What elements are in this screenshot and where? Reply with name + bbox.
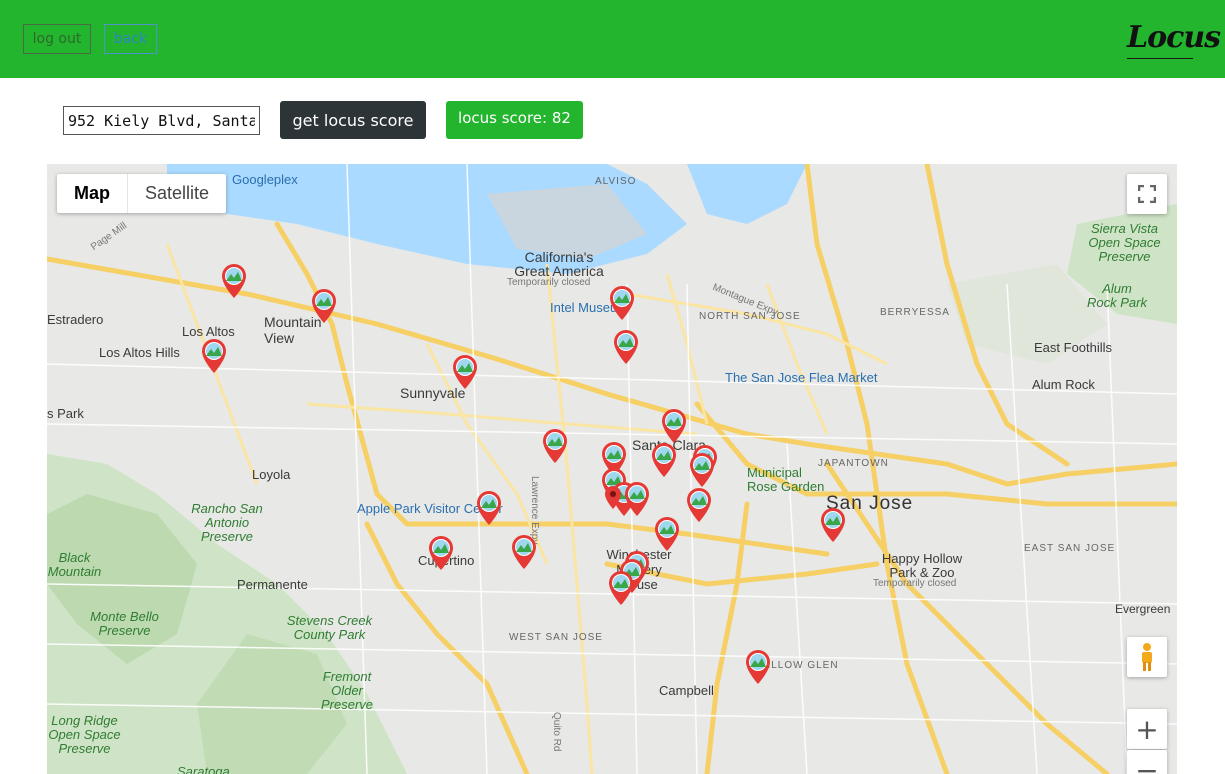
map-label-googleplex: Googleplex xyxy=(232,172,298,187)
map-label-happy-hollow-status: Temporarily closed xyxy=(873,578,957,589)
map-label-permanente: Permanente xyxy=(237,577,308,592)
map-label-campbell: Campbell xyxy=(659,683,714,698)
map-label-alum-rock-park: Alum Rock Park xyxy=(1087,281,1147,310)
fullscreen-icon xyxy=(1138,185,1156,203)
park-marker[interactable] xyxy=(451,354,479,390)
zoom-in-button[interactable]: + xyxy=(1127,709,1167,749)
pegman-icon xyxy=(1142,643,1152,671)
map-label-rancho-san-antonio: Rancho San Antonio Preserve xyxy=(191,501,263,544)
map-view[interactable]: Googleplex ALVISO California's Great Ame… xyxy=(47,164,1177,774)
park-marker[interactable] xyxy=(650,442,678,478)
park-marker[interactable] xyxy=(744,649,772,685)
map-label-north-san-jose: NORTH SAN JOSE xyxy=(699,311,801,322)
map-label-monte-bello: Monte Bello Preserve xyxy=(90,609,159,638)
park-marker[interactable] xyxy=(612,329,640,365)
map-label-long-ridge: Long Ridge Open Space Preserve xyxy=(48,713,121,756)
zoom-out-button[interactable]: − xyxy=(1127,750,1167,774)
map-label-los-altos-hills: Los Altos Hills xyxy=(99,345,180,360)
selected-location-marker[interactable] xyxy=(604,486,632,522)
park-marker[interactable] xyxy=(653,516,681,552)
map-label-alviso: ALVISO xyxy=(595,176,637,187)
map-type-control: Map Satellite xyxy=(57,174,227,213)
map-label-happy-hollow: Happy Hollow Park & Zoo xyxy=(881,551,963,580)
logout-button[interactable]: log out xyxy=(23,24,91,54)
map-label-stevens-creek: Stevens Creek County Park xyxy=(286,613,373,642)
park-marker[interactable] xyxy=(475,490,503,526)
back-button[interactable]: back xyxy=(104,24,157,54)
park-marker[interactable] xyxy=(688,452,716,488)
address-input[interactable] xyxy=(63,106,260,135)
map-type-satellite-button[interactable]: Satellite xyxy=(128,174,226,213)
map-label-alum-rock: Alum Rock xyxy=(1032,377,1095,392)
park-marker[interactable] xyxy=(607,570,635,606)
map-label-west-san-jose: WEST SAN JOSE xyxy=(509,632,603,643)
map-label-sierra-vista: Sierra Vista Open Space Preserve xyxy=(1088,221,1161,264)
map-label-fremont-older: Fremont Older Preserve xyxy=(320,669,374,712)
park-marker[interactable] xyxy=(427,535,455,571)
locus-score-badge: locus score: 82 xyxy=(446,101,583,139)
park-marker[interactable] xyxy=(200,338,228,374)
map-label-s-park: s Park xyxy=(47,406,84,421)
map-label-loyola: Loyola xyxy=(252,467,291,482)
map-label-estradero: Estradero xyxy=(47,312,104,327)
map-label-quito-rd: Quito Rd xyxy=(551,712,562,752)
map-label-flea-market: The San Jose Flea Market xyxy=(725,370,878,385)
park-marker[interactable] xyxy=(660,408,688,444)
map-label-great-america: California's Great America xyxy=(514,249,604,279)
map-label-japantown: JAPANTOWN xyxy=(818,458,889,469)
park-marker[interactable] xyxy=(220,263,248,299)
park-marker[interactable] xyxy=(541,428,569,464)
park-marker[interactable] xyxy=(608,285,636,321)
map-label-rose-garden: Municipal Rose Garden xyxy=(747,465,825,494)
map-label-saratoga: Saratoga xyxy=(177,764,230,774)
map-type-map-button[interactable]: Map xyxy=(57,174,128,213)
street-view-button[interactable] xyxy=(1127,637,1167,677)
locus-logo[interactable]: Locus xyxy=(1127,16,1221,59)
map-label-berryessa: BERRYESSA xyxy=(880,307,950,318)
fullscreen-button[interactable] xyxy=(1127,174,1167,214)
park-marker[interactable] xyxy=(510,534,538,570)
map-label-evergreen: Evergreen xyxy=(1115,602,1171,616)
map-label-los-altos: Los Altos xyxy=(182,324,235,339)
map-label-great-america-status: Temporarily closed xyxy=(507,277,591,288)
park-marker[interactable] xyxy=(685,487,713,523)
map-label-east-foothills: East Foothills xyxy=(1034,340,1113,355)
map-label-black-mountain: Black Mountain xyxy=(47,550,102,579)
park-marker[interactable] xyxy=(819,507,847,543)
map-label-east-san-jose: EAST SAN JOSE xyxy=(1024,543,1116,554)
park-marker[interactable] xyxy=(310,288,338,324)
get-locus-score-button[interactable]: get locus score xyxy=(280,101,426,139)
top-nav-bar: log out back Locus xyxy=(0,0,1225,78)
